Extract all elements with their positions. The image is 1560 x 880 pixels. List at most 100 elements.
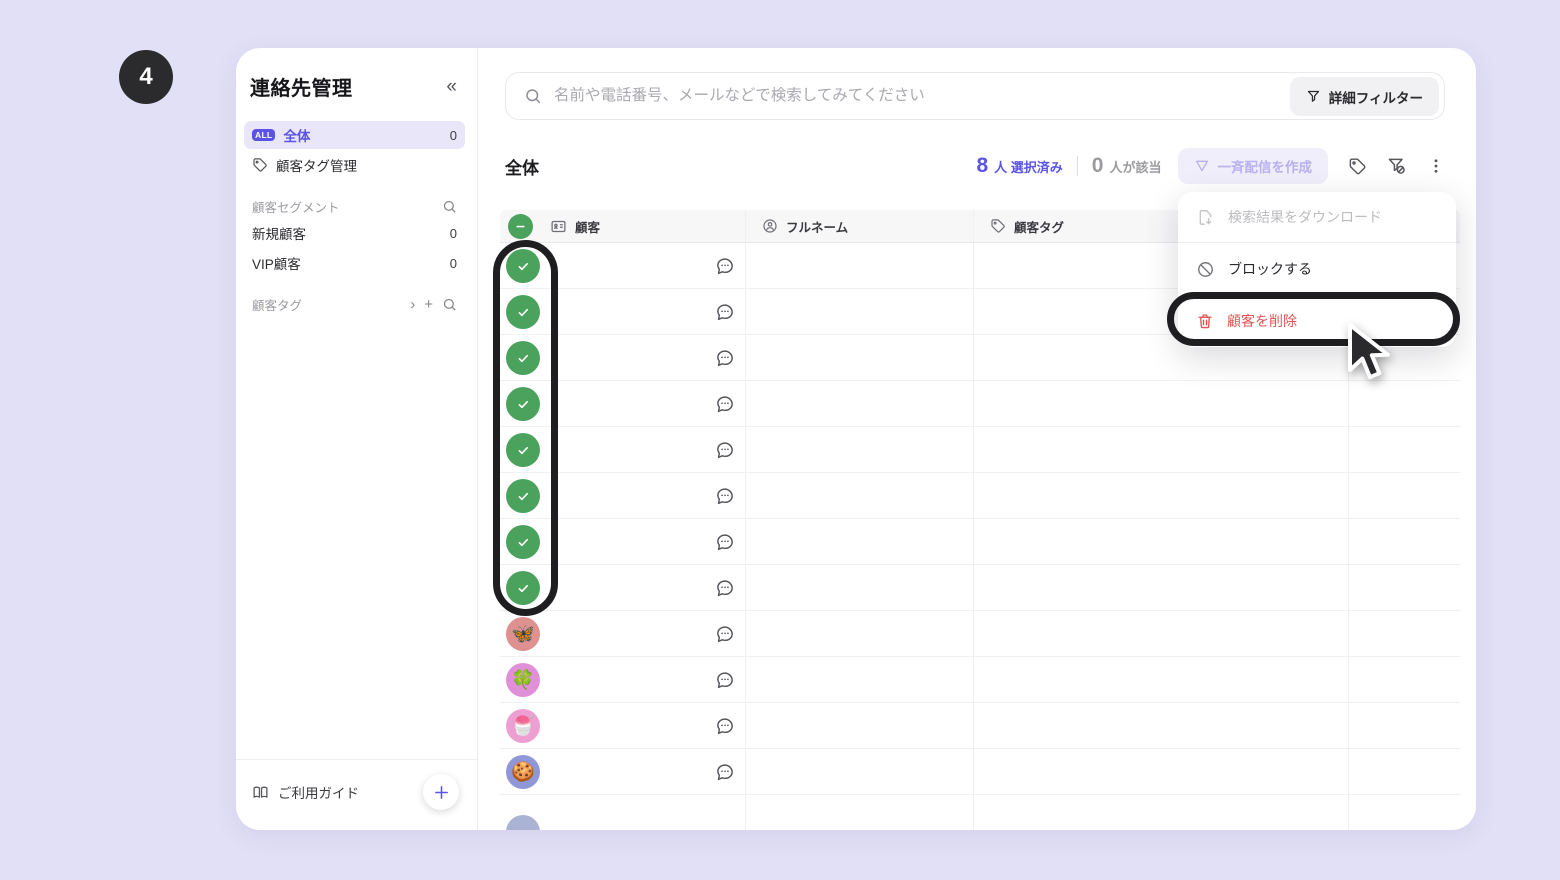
- add-tag-icon[interactable]: +: [424, 297, 433, 312]
- table-row[interactable]: 🍪: [500, 749, 1460, 795]
- chat-bubble-icon[interactable]: [714, 761, 736, 783]
- kebab-menu-icon[interactable]: [1427, 157, 1445, 175]
- row-selected-check-icon[interactable]: [506, 341, 540, 375]
- row-avatar[interactable]: [506, 815, 540, 830]
- sidebar-item-label: 新規顧客: [252, 227, 306, 242]
- table-cell-empty: [746, 611, 974, 656]
- chat-bubble-icon[interactable]: [714, 347, 736, 369]
- menu-item-download-results[interactable]: 検索結果をダウンロード: [1178, 192, 1456, 242]
- table-row[interactable]: 🍧: [500, 703, 1460, 749]
- row-selected-check-icon[interactable]: [506, 249, 540, 283]
- chat-bubble-icon[interactable]: [714, 485, 736, 507]
- table-row[interactable]: [500, 381, 1460, 427]
- sidebar-item-all[interactable]: ALL 全体 0: [244, 121, 465, 149]
- table-row[interactable]: [500, 565, 1460, 611]
- chevron-right-icon[interactable]: ›: [410, 297, 415, 312]
- table-cell-empty: [746, 565, 974, 610]
- table-cell-empty: [746, 657, 974, 702]
- section-label: 顧客セグメント: [252, 200, 340, 215]
- table-cell-empty: [1349, 703, 1460, 748]
- table-cell-empty: [974, 657, 1349, 702]
- funnel-icon: [1306, 89, 1321, 104]
- row-selected-check-icon[interactable]: [506, 479, 540, 513]
- sidebar: 連絡先管理 « ALL 全体 0 顧客タグ管理 顧客セグメント 新規顧客 0 V…: [236, 48, 478, 830]
- selected-label: 人 選択済み: [994, 160, 1063, 175]
- table-cell-empty: [746, 243, 974, 288]
- table-cell-empty: [974, 703, 1349, 748]
- create-broadcast-button[interactable]: 一斉配信を作成: [1177, 148, 1328, 184]
- filter-off-icon[interactable]: [1387, 156, 1407, 176]
- menu-item-delete-customer[interactable]: 顧客を削除: [1178, 295, 1456, 347]
- sidebar-item-count: 0: [449, 127, 457, 143]
- add-contact-button[interactable]: [423, 774, 459, 810]
- segment-search-icon[interactable]: [442, 199, 457, 214]
- advanced-filter-button[interactable]: 詳細フィルター: [1289, 77, 1439, 116]
- table-cell-empty: [1349, 611, 1460, 656]
- sidebar-item-tag-management[interactable]: 顧客タグ管理: [244, 151, 465, 179]
- sidebar-item-label: VIP顧客: [252, 257, 301, 272]
- usage-guide-link[interactable]: ご利用ガイド: [252, 782, 359, 802]
- table-cell-empty: [746, 381, 974, 426]
- table-cell-empty: [1349, 749, 1460, 794]
- row-avatar[interactable]: 🍪: [506, 755, 540, 789]
- actions-dropdown-menu: 検索結果をダウンロード ブロックする 顧客を削除: [1178, 192, 1456, 347]
- menu-item-block[interactable]: ブロックする: [1178, 243, 1456, 295]
- sidebar-item-count: 0: [449, 225, 457, 241]
- block-icon: [1196, 260, 1215, 279]
- section-customer-tags: 顧客タグ › +: [244, 291, 465, 317]
- sidebar-item-new-customers[interactable]: 新規顧客 0: [244, 219, 465, 247]
- table-cell-empty: [746, 519, 974, 564]
- table-row[interactable]: 🦋: [500, 611, 1460, 657]
- search-bar: 詳細フィルター: [505, 72, 1445, 120]
- section-label: 顧客タグ: [252, 298, 303, 313]
- sidebar-item-vip-customers[interactable]: VIP顧客 0: [244, 249, 465, 277]
- row-avatar[interactable]: 🦋: [506, 617, 540, 651]
- table-row[interactable]: [500, 427, 1460, 473]
- row-selected-check-icon[interactable]: [506, 387, 540, 421]
- chat-bubble-icon[interactable]: [714, 623, 736, 645]
- chat-bubble-icon[interactable]: [714, 669, 736, 691]
- table-cell-empty: [974, 565, 1349, 610]
- section-customer-segments: 顧客セグメント: [244, 193, 465, 219]
- app-panel: 連絡先管理 « ALL 全体 0 顧客タグ管理 顧客セグメント 新規顧客 0 V…: [236, 48, 1476, 830]
- tag-search-icon[interactable]: [442, 297, 457, 312]
- select-all-checkbox[interactable]: [508, 213, 533, 239]
- all-badge: ALL: [252, 128, 276, 142]
- menu-item-label: 顧客を削除: [1227, 313, 1297, 329]
- column-header-label: 顧客: [575, 220, 601, 235]
- table-cell-empty: [1349, 381, 1460, 426]
- table-cell-empty: [974, 473, 1349, 518]
- table-row-partial[interactable]: [500, 795, 1460, 830]
- row-selected-check-icon[interactable]: [506, 433, 540, 467]
- row-selected-check-icon[interactable]: [506, 525, 540, 559]
- column-header-label: フルネーム: [786, 220, 849, 235]
- table-cell-empty: [746, 795, 974, 830]
- chat-bubble-icon[interactable]: [714, 301, 736, 323]
- contact-card-icon: [550, 218, 567, 235]
- chat-bubble-icon[interactable]: [714, 393, 736, 415]
- table-row[interactable]: [500, 519, 1460, 565]
- list-toolbar: 全体 8 人 選択済み 0 人が該当 一斉配信を作成: [505, 144, 1445, 188]
- table-row[interactable]: [500, 473, 1460, 519]
- row-selected-check-icon[interactable]: [506, 295, 540, 329]
- advanced-filter-label: 詳細フィルター: [1328, 90, 1423, 106]
- table-row[interactable]: 🍀: [500, 657, 1460, 703]
- tag-action-icon[interactable]: [1348, 157, 1367, 176]
- chat-bubble-icon[interactable]: [714, 531, 736, 553]
- row-avatar[interactable]: 🍀: [506, 663, 540, 697]
- collapse-sidebar-icon[interactable]: «: [446, 76, 457, 98]
- sidebar-nav: ALL 全体 0 顧客タグ管理 顧客セグメント 新規顧客 0 VIP顧客 0 顧…: [236, 121, 477, 317]
- chat-bubble-icon[interactable]: [714, 255, 736, 277]
- chat-bubble-icon[interactable]: [714, 439, 736, 461]
- row-avatar[interactable]: 🍧: [506, 709, 540, 743]
- usage-guide-label: ご利用ガイド: [278, 786, 359, 801]
- chat-bubble-icon[interactable]: [714, 715, 736, 737]
- table-cell-empty: [746, 749, 974, 794]
- table-cell-empty: [1349, 473, 1460, 518]
- matched-count-group: 0 人が該当: [1092, 154, 1162, 178]
- main-content: 詳細フィルター 全体 8 人 選択済み 0 人が該当 一斉配: [478, 48, 1476, 830]
- table-cell-empty: [974, 427, 1349, 472]
- row-selected-check-icon[interactable]: [506, 571, 540, 605]
- chat-bubble-icon[interactable]: [714, 577, 736, 599]
- open-book-icon: [252, 784, 269, 801]
